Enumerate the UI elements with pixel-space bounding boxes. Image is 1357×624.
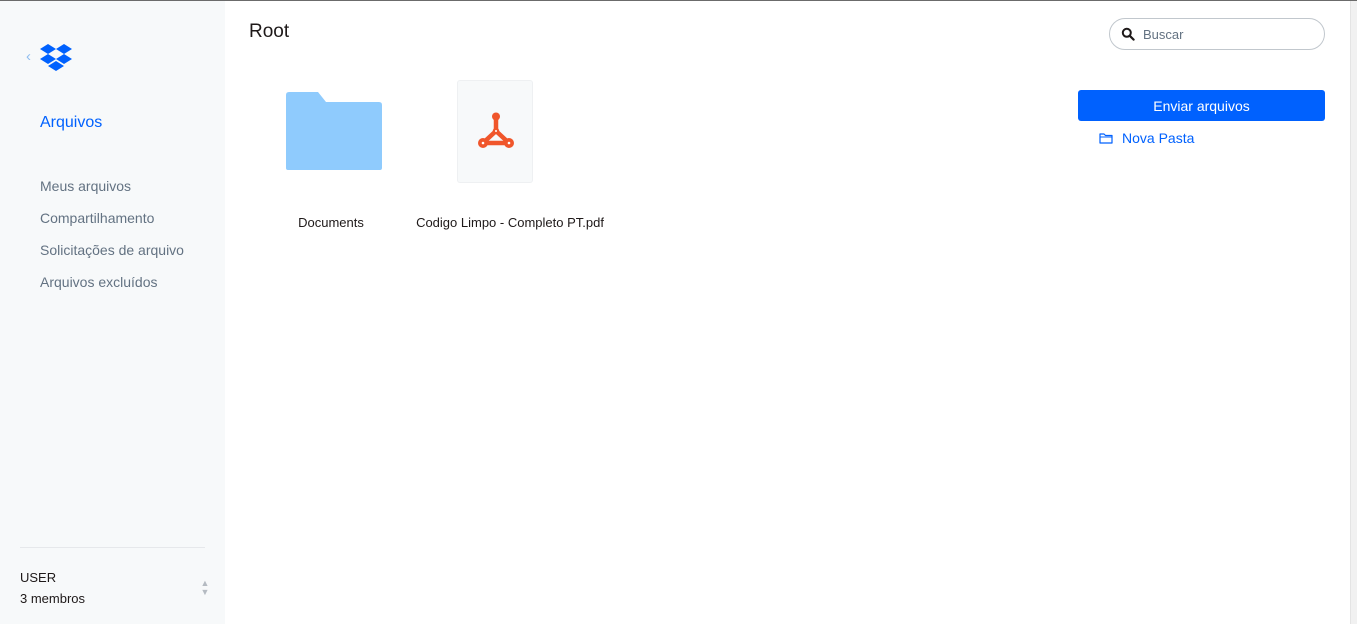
up-down-caret-icon: ▲ ▼ [200,578,210,597]
pdf-icon [478,112,514,148]
sidebar-divider [20,547,205,548]
account-switcher[interactable]: USER 3 membros ▲ ▼ [20,569,210,613]
sidebar-item-deleted-files[interactable]: Arquivos excluídos [40,273,184,305]
account-name: USER [20,570,57,585]
folder-outline-icon [1099,133,1113,144]
sidebar-item-file-requests[interactable]: Solicitações de arquivo [40,241,184,273]
sidebar-section-files[interactable]: Arquivos [40,114,102,132]
pdf-thumbnail [458,81,532,182]
sidebar-item-sharing[interactable]: Compartilhamento [40,209,184,241]
new-folder-link[interactable]: Nova Pasta [1099,128,1194,148]
file-name: Codigo Limpo - Completo PT.pdf [416,215,604,230]
app-window: ‹ Arquivos Meus arquivos Compartilhament… [0,0,1357,624]
search-input[interactable] [1143,26,1313,42]
file-name: Documents [298,215,364,230]
page-title: Root [249,21,290,42]
file-tile-documents[interactable]: Documents [268,81,394,241]
sidebar: ‹ Arquivos Meus arquivos Compartilhament… [0,1,225,624]
new-folder-label: Nova Pasta [1122,130,1195,146]
account-members: 3 membros [20,591,86,606]
search-icon [1121,27,1135,41]
sidebar-item-my-files[interactable]: Meus arquivos [40,177,184,209]
file-tile-pdf[interactable]: Codigo Limpo - Completo PT.pdf [400,81,620,241]
upload-files-button[interactable]: Enviar arquivos [1078,90,1325,121]
dropbox-logo-icon[interactable] [39,43,73,73]
back-chevron-icon[interactable]: ‹ [26,49,31,64]
search-box[interactable] [1109,18,1325,50]
sidebar-nav: Meus arquivos Compartilhamento Solicitaç… [40,177,184,305]
scrollbar[interactable] [1350,1,1357,624]
folder-icon [286,92,382,170]
